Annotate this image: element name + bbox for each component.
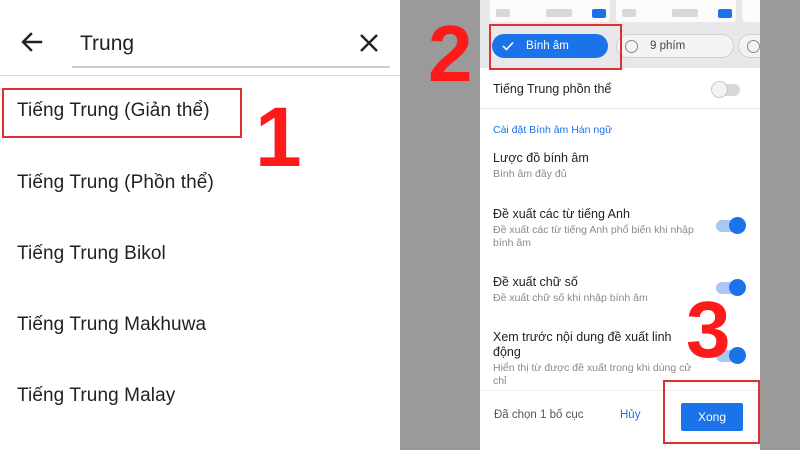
search-input[interactable] (72, 22, 390, 68)
section-header: Cài đặt Bính âm Hán ngữ (493, 124, 613, 136)
radio-icon (625, 39, 638, 53)
setting-title: Đề xuất các từ tiếng Anh (493, 207, 630, 221)
highlight-box-step-1 (2, 88, 242, 138)
setting-digit-suggest[interactable]: Đề xuất chữ số Đề xuất chữ số khi nhập b… (493, 275, 707, 305)
highlight-box-step-2 (489, 24, 622, 70)
setting-subtitle: Đề xuất chữ số khi nhập bính âm (493, 292, 648, 304)
language-item-makhuwa[interactable]: Tiếng Trung Makhuwa (17, 314, 206, 336)
layout-option-label: 9 phím (650, 40, 686, 52)
keyboard-layout-previews (480, 0, 760, 24)
setting-title: Tiếng Trung phồn thể (493, 82, 612, 96)
toggle-traditional[interactable] (711, 81, 740, 98)
setting-pinyin-scheme[interactable]: Lược đồ bính âm Bính âm đầy đủ (493, 151, 589, 181)
setting-subtitle: Đề xuất các từ tiếng Anh phổ biến khi nh… (493, 224, 694, 249)
toggle-english-suggest[interactable] (716, 217, 746, 234)
layout-option-other[interactable] (738, 34, 760, 58)
layout-preview-other[interactable] (742, 0, 760, 22)
language-item-bikol[interactable]: Tiếng Trung Bikol (17, 243, 166, 265)
selected-count-text: Đã chọn 1 bố cục (494, 409, 584, 421)
setting-subtitle: Bính âm đầy đủ (493, 168, 567, 180)
setting-title: Đề xuất chữ số (493, 275, 578, 289)
step-marker-1: 1 (255, 90, 302, 184)
layout-preview-pinyin[interactable] (490, 0, 610, 22)
back-arrow-icon[interactable] (18, 28, 46, 56)
step-marker-2: 2 (428, 9, 473, 98)
layout-preview-9-keys[interactable] (616, 0, 736, 22)
radio-icon (747, 39, 760, 53)
language-search-panel: Tiếng Trung (Giản thể) Tiếng Trung (Phồn… (0, 0, 400, 450)
layout-option-9-keys[interactable]: 9 phím (616, 34, 734, 58)
setting-english-suggest[interactable]: Đề xuất các từ tiếng Anh Đề xuất các từ … (493, 207, 707, 250)
divider (480, 108, 760, 109)
highlight-box-step-3 (663, 380, 760, 444)
language-item-traditional[interactable]: Tiếng Trung (Phồn thể) (17, 172, 214, 194)
search-bar (0, 0, 400, 76)
setting-title: Xem trước nội dung đề xuất linh động (493, 330, 672, 359)
setting-title: Lược đồ bính âm (493, 151, 589, 165)
setting-traditional[interactable]: Tiếng Trung phồn thể (493, 82, 611, 97)
cancel-button[interactable]: Hủy (620, 409, 640, 421)
step-marker-3: 3 (686, 285, 731, 374)
language-item-malay[interactable]: Tiếng Trung Malay (17, 385, 175, 407)
close-icon[interactable] (358, 32, 380, 54)
